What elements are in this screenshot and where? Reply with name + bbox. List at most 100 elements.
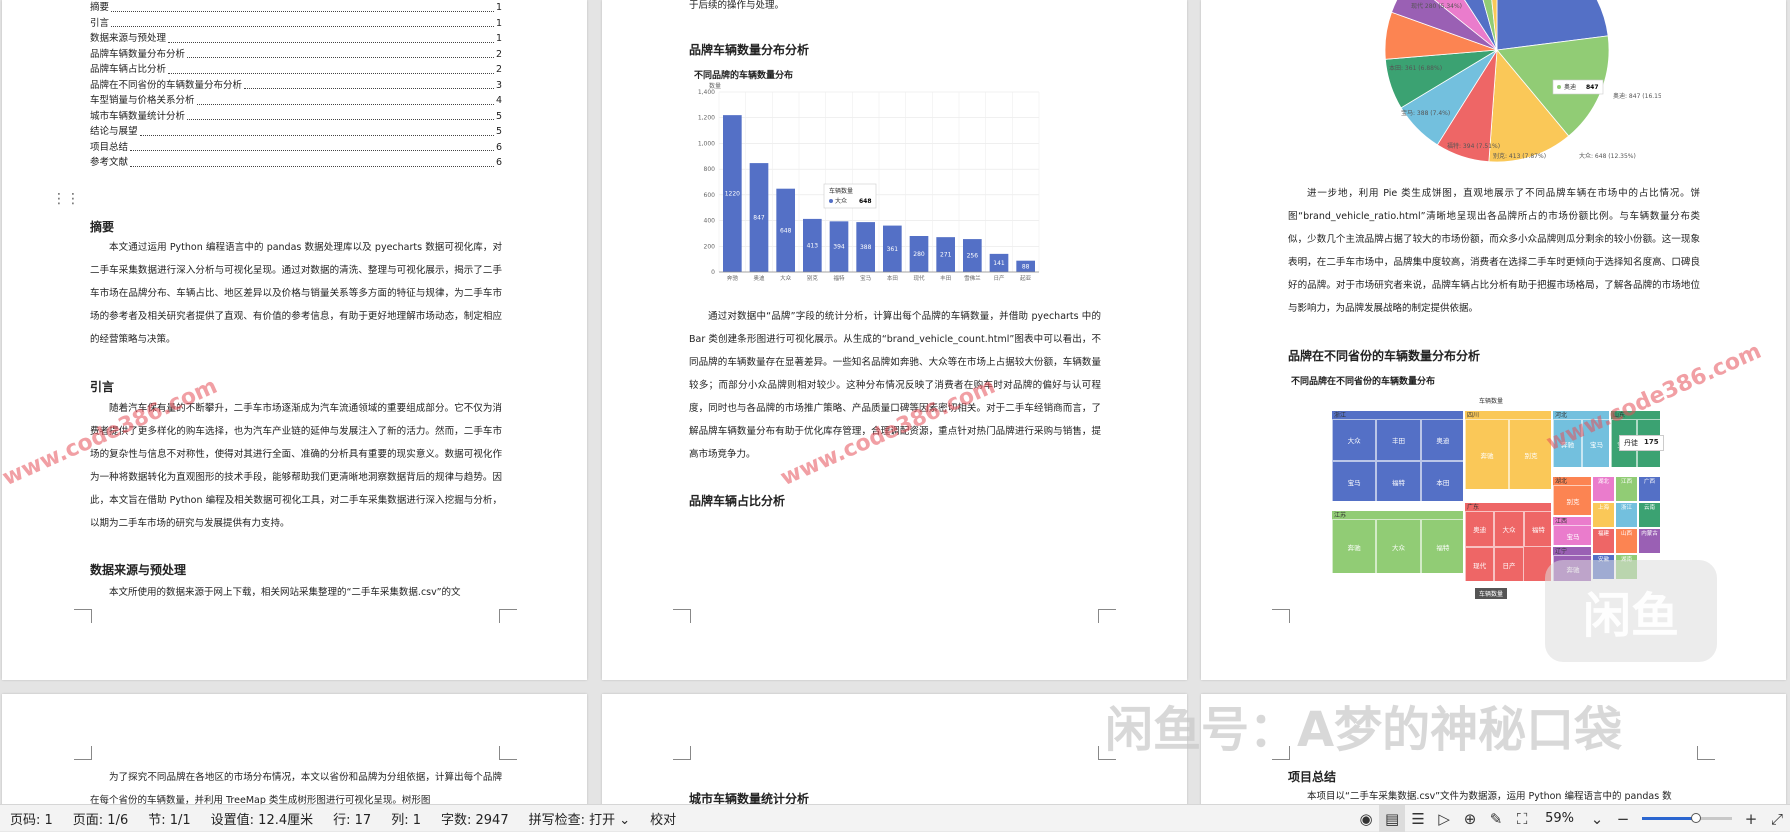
treemap-chart[interactable]: 浙江大众丰田奥迪宝马福特本田四川奔驰别克河北奔驰宝马山东宝马福特广东奥迪大众福特… — [1331, 410, 1662, 583]
toc-leader — [111, 10, 494, 12]
toc-entry[interactable]: 项目总结 6 — [90, 140, 502, 156]
fit-page-icon[interactable]: ⛶ — [1509, 805, 1535, 832]
status-page-code[interactable]: 页码: 1 — [0, 809, 63, 828]
zoom-out-icon[interactable]: − — [1610, 805, 1636, 832]
status-word-count[interactable]: 字数: 2947 — [431, 809, 519, 828]
status-spellcheck[interactable]: 拼写检查: 打开 ⌄ — [519, 809, 641, 828]
treemap-cell[interactable]: 大众 — [1494, 511, 1524, 547]
toc-entry[interactable]: 引言 1 — [90, 16, 502, 32]
treemap-breadcrumb[interactable]: 车辆数量 — [1475, 588, 1508, 599]
page-1[interactable]: 摘要 1 引言 1 数据来源与预处理 1 品牌车辆数量分布分析 2 品牌车辆占比分析 2 品牌在不同… — [2, 0, 587, 680]
treemap-cell[interactable]: 奔驰 — [1465, 419, 1509, 491]
toc-entry[interactable]: 品牌车辆占比分析 2 — [90, 62, 502, 78]
x-tick-label: 现代 — [913, 274, 925, 282]
treemap-group-label: 山东 — [1613, 412, 1626, 419]
bar-value-label: 256 — [967, 253, 979, 260]
eye-icon[interactable]: ◉ — [1353, 805, 1379, 832]
status-col[interactable]: 列: 1 — [381, 809, 431, 828]
brand-ratio-heading: 品牌车辆占比分析 — [689, 494, 786, 508]
status-setting[interactable]: 设置值: 12.4厘米 — [201, 809, 323, 828]
crop-mark — [499, 609, 517, 623]
bar-chart[interactable]: 数量02004006008001,0001,2001,4001220奔驰847奥… — [674, 78, 1054, 288]
pie-chart[interactable]: 奥迪: 847 (16.15%) 大众: 648 (12.35%) 别克: 413 … — [1261, 0, 1661, 170]
treemap-cell[interactable]: 宝马 — [1332, 461, 1377, 503]
outline-view-icon[interactable]: ☰ — [1405, 805, 1431, 832]
treemap-group[interactable]: 广东 奥迪 大众 福特 现代 日产 — [1464, 502, 1553, 583]
chevron-down-icon[interactable]: ⌄ — [1584, 805, 1610, 832]
summary-text[interactable]: 本项目以“二手车采集数据.csv”文件为数据源，运用 Python 编程语言中的… — [1288, 785, 1700, 804]
status-section[interactable]: 节: 1/1 — [138, 809, 200, 828]
treemap-small-cell[interactable]: 云南 — [1638, 502, 1661, 528]
treemap-group[interactable]: 四川 奔驰 别克 — [1464, 410, 1553, 491]
brand-ratio-text[interactable]: 进一步地，利用 Pie 类生成饼图，直观地展示了不同品牌车辆在市场中的占比情况。… — [1288, 182, 1700, 322]
toc-entry[interactable]: 参考文献 6 — [90, 155, 502, 171]
play-icon[interactable]: ▷ — [1431, 805, 1457, 832]
x-tick-label: 雪佛兰 — [964, 274, 981, 282]
treemap-group[interactable]: 江西 宝马 — [1552, 516, 1593, 547]
treemap-cell[interactable]: 福特 — [1420, 519, 1465, 575]
treemap-small-cell[interactable]: 上海 — [1592, 502, 1615, 528]
data-source-text[interactable]: 本文所使用的数据来源于网上下载，相关网站采集整理的“二手车采集数据.csv”的文 — [90, 581, 502, 605]
toc-entry[interactable]: 摘要 1 — [90, 0, 502, 16]
status-page[interactable]: 页面: 1/6 — [63, 809, 138, 828]
page-2[interactable]: 于后续的操作与处理。 品牌车辆数量分布分析 不同品牌的车辆数量分布 数量 0 200… — [602, 0, 1187, 680]
treemap-small-cell[interactable]: 山西 — [1615, 528, 1638, 554]
treemap-small-cell[interactable]: 浙江 — [1615, 502, 1638, 528]
treemap-cell[interactable]: 日产 — [1494, 547, 1524, 583]
web-view-icon[interactable]: ⊕ — [1457, 805, 1483, 832]
toc-entry[interactable]: 品牌车辆数量分布分析 2 — [90, 47, 502, 63]
brand-count-text[interactable]: 通过对数据中“品牌”字段的统计分析，计算出每个品牌的车辆数量，并借助 pyech… — [689, 305, 1101, 467]
status-row[interactable]: 行: 17 — [323, 809, 381, 828]
treemap-group[interactable]: 河北 奔驰 宝马 — [1552, 410, 1611, 469]
treemap-small-cell[interactable]: 福建 — [1592, 528, 1615, 554]
toc-entry[interactable]: 结论与展望 5 — [90, 124, 502, 140]
zoom-slider[interactable] — [1642, 813, 1732, 823]
treemap-cell[interactable]: 别克 — [1509, 419, 1553, 491]
treemap-cell[interactable]: 大众 — [1376, 519, 1421, 575]
zoom-level[interactable]: 59% — [1535, 811, 1584, 826]
pen-icon[interactable]: ✎ — [1483, 805, 1509, 832]
toc-page-number: 3 — [495, 79, 502, 91]
treemap-cell[interactable]: 本田 — [1420, 461, 1465, 503]
treemap-small-cell[interactable]: 广西 — [1638, 476, 1661, 502]
treemap-cell[interactable]: 福特 — [1376, 461, 1421, 503]
treemap-small-cell[interactable]: 内蒙古 — [1638, 528, 1661, 554]
treemap-cell[interactable]: 奔驰 — [1332, 519, 1377, 575]
fullscreen-icon[interactable]: ⤢ — [1764, 805, 1790, 832]
treemap-cell[interactable]: 丰田 — [1376, 419, 1421, 461]
page-4[interactable]: 为了探究不同品牌在各地区的市场分布情况，本文以省份和品牌为分组依据，计算出每个品… — [2, 694, 587, 804]
treemap-cell[interactable]: 别克 — [1553, 485, 1593, 517]
drag-handle-icon[interactable]: ⋮⋮ — [52, 192, 80, 218]
x-tick-label: 奥迪 — [753, 274, 765, 282]
zoom-in-icon[interactable]: + — [1738, 805, 1764, 832]
page-5[interactable]: 城市车辆数量统计分析 — [602, 694, 1187, 804]
treemap-cell[interactable]: 奔驰 — [1553, 419, 1582, 469]
toc-title: 品牌车辆数量分布分析 — [90, 48, 186, 60]
treemap-cell[interactable]: 大众 — [1332, 419, 1377, 461]
status-proofread[interactable]: 校对 — [640, 809, 686, 828]
toc-entry[interactable]: 数据来源与预处理 1 — [90, 31, 502, 47]
treemap-group-label: 辽宁 — [1555, 548, 1568, 555]
treemap-small-cell[interactable]: 江西 — [1615, 476, 1638, 502]
treemap-cell[interactable]: 宝马 — [1553, 525, 1593, 547]
abstract-text[interactable]: 本文通过运用 Python 编程语言中的 pandas 数据处理库以及 pyec… — [90, 236, 502, 352]
treemap-group[interactable]: 湖北 别克 — [1552, 476, 1593, 517]
intro-text[interactable]: 随着汽车保有量的不断攀升，二手车市场逐渐成为汽车流通领域的重要组成部分。它不仅为… — [90, 397, 502, 537]
treemap-cell[interactable]: 奥迪 — [1465, 511, 1495, 547]
treemap-intro-text[interactable]: 为了探究不同品牌在各地区的市场分布情况，本文以省份和品牌为分组依据，计算出每个品… — [90, 766, 502, 804]
treemap-cell[interactable]: 福特 — [1523, 511, 1553, 547]
page-view-icon[interactable]: ▤ — [1379, 805, 1406, 832]
treemap-cell[interactable]: 宝马 — [1582, 419, 1611, 469]
toc-page-number: 5 — [495, 110, 502, 122]
toc-entry[interactable]: 车型销量与价格关系分析 4 — [90, 93, 502, 109]
treemap-cell[interactable]: 现代 — [1465, 547, 1495, 583]
treemap-group[interactable]: 浙江 大众 丰田 奥迪 宝马 福特 本田 — [1331, 410, 1465, 503]
toc-entry[interactable]: 品牌在不同省份的车辆数量分布分析 3 — [90, 78, 502, 94]
treemap-small-cell[interactable]: 湖北 — [1592, 476, 1615, 502]
bar-tooltip: 车辆数量大众 648 — [823, 183, 877, 209]
toc-leader — [244, 88, 494, 89]
document-canvas[interactable]: 摘要 1 引言 1 数据来源与预处理 1 品牌车辆数量分布分析 2 品牌车辆占比分析 2 品牌在不同… — [0, 0, 1790, 804]
treemap-group[interactable]: 江苏 奔驰 大众 福特 — [1331, 510, 1465, 575]
treemap-cell[interactable]: 奥迪 — [1420, 419, 1465, 461]
toc-entry[interactable]: 城市车辆数量统计分析 5 — [90, 109, 502, 125]
